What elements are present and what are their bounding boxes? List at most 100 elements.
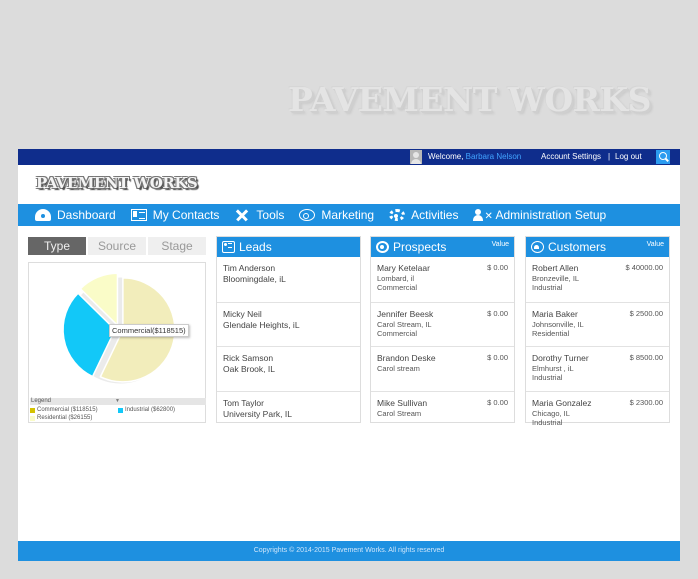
list-item[interactable]: Brandon Deske Carol stream $ 0.00 [371,346,514,391]
prospect-value: $ 0.00 [487,353,508,362]
prospects-card: Prospects Value Mary Ketelaar Lombard, il… [370,236,515,423]
lead-name: Tom Taylor [223,397,264,408]
customers-title: Customers [548,240,607,254]
prospect-location: Carol stream [377,364,420,373]
list-item[interactable]: Mary Ketelaar Lombard, il Commercial $ 0.00 [371,257,514,302]
nav-activities[interactable]: Activities [389,208,458,222]
nav-marketing[interactable]: Marketing [299,208,374,222]
nav-my-contacts[interactable]: My Contacts [130,208,219,222]
lead-name: Tim Anderson [223,263,276,273]
welcome-text: Welcome, Barbara Nelson [428,152,521,161]
prospect-location: Lombard, il [377,274,415,283]
chart-tooltip: Commercial($118515) [109,324,189,337]
nav-tools[interactable]: Tools [234,208,284,222]
list-item[interactable]: Robert Allen Bronzeville, IL Industrial $ 4… [526,257,669,302]
customer-value: $ 40000.00 [625,263,663,272]
list-item[interactable]: Micky Neil Glendale Heights, iL [217,301,360,347]
legend-item-residential[interactable]: Residential ($26155) [30,414,118,422]
nav-label: Administration Setup [495,208,607,222]
separator: | [608,152,611,161]
legend-item-commercial[interactable]: Commercial ($118515) [30,406,118,414]
customer-type: Industrial [532,417,563,427]
account-settings-link[interactable]: Account Settings [541,152,601,161]
prospect-value: $ 0.00 [487,263,508,272]
logout-link[interactable]: Log out [615,152,642,161]
prospect-location: Carol Stream, IL [377,319,432,329]
avatar[interactable] [410,150,422,164]
prospect-type: Commercial [377,328,418,338]
leads-title: Leads [239,240,272,254]
customers-header: Customers Value [526,237,669,257]
lead-name: Rick Samson [223,353,274,363]
customer-value: $ 2500.00 [629,308,663,318]
legend-label: Industrial ($62800) [125,407,176,413]
legend-swatch [30,407,35,413]
lead-location: University Park, IL [223,408,292,419]
nav-label: Dashboard [57,208,116,222]
prospect-type: Commercial [377,283,418,292]
customer-value: $ 2300.00 [629,397,663,407]
legend-items: Commercial ($118515) Industrial ($62800)… [30,405,206,422]
legend-header[interactable]: Legend ▼ [30,398,206,405]
customer-location: Elmhurst , iL [532,364,574,373]
tools-icon [234,209,250,221]
tab-source[interactable]: Source [88,237,146,255]
customer-location: Bronzeville, IL [532,274,580,283]
legend-title: Legend [31,398,52,404]
admin-icon: ✕ [473,209,493,222]
list-item[interactable]: Tom Taylor University Park, IL [217,390,360,422]
list-item[interactable]: Mike Sullivan Carol Stream $ 0.00 [371,390,514,422]
prospects-icon [376,241,389,253]
list-item[interactable]: Maria Baker Johnsonville, IL Residential $ … [526,301,669,347]
lead-location: Bloomingdale, iL [223,274,286,284]
leads-header: Leads [217,237,360,257]
user-name-link[interactable]: Barbara Nelson [466,152,522,161]
list-item[interactable]: Jennifer Beesk Carol Stream, IL Commercial… [371,301,514,347]
lead-name: Micky Neil [223,308,262,319]
customer-value: $ 8500.00 [629,353,663,362]
logo[interactable]: PAVEMENT WORKS [36,174,198,192]
gear-icon [389,209,406,221]
customer-type: Residential [532,328,570,338]
marketing-icon [299,209,316,221]
pie-chart: Commercial($118515) Legend ▼ Commercial (… [28,262,206,423]
customer-location: Johnsonville, IL [532,319,584,329]
leads-icon [222,241,235,253]
nav-label: Marketing [321,208,375,222]
prospect-location: Carol Stream [377,408,422,418]
nav-administration-setup[interactable]: ✕ Administration Setup [473,208,606,222]
nav-label: Tools [256,208,285,222]
welcome-prefix: Welcome, [428,152,466,161]
main-nav: Dashboard My Contacts Tools Marketing Ac… [18,204,680,226]
prospects-title: Prospects [393,240,447,254]
nav-dashboard[interactable]: Dashboard [35,208,116,222]
legend-swatch [118,407,123,413]
app-window: Welcome, Barbara Nelson Account Settings… [18,149,680,561]
legend-label: Commercial ($118515) [37,407,98,413]
chart-tabs: Type Source Stage [28,237,208,255]
list-item[interactable]: Rick Samson Oak Brook, IL [217,346,360,391]
list-item[interactable]: Tim Anderson Bloomingdale, iL [217,257,360,302]
contacts-icon [130,209,147,221]
caret-down-icon[interactable]: ▼ [115,398,120,405]
prospect-value: $ 0.00 [487,308,508,318]
chart-legend: Legend ▼ Commercial ($118515) Industrial … [30,398,206,422]
value-header: Value [646,241,664,248]
tab-stage[interactable]: Stage [148,237,206,255]
dashboard-icon [35,209,51,221]
tab-type[interactable]: Type [28,237,86,255]
list-item[interactable]: Maria Gonzalez Chicago, IL Industrial $ 230… [526,390,669,427]
search-icon[interactable] [656,150,670,164]
lead-location: Oak Brook, IL [223,364,275,374]
leads-card: Leads Tim Anderson Bloomingdale, iL Micky… [216,236,361,423]
list-item[interactable]: Dorothy Turner Elmhurst , iL Industrial $ 8… [526,346,669,391]
brand-bar: PAVEMENT WORKS [18,165,680,204]
customer-type: Industrial [532,283,563,292]
customer-type: Industrial [532,373,563,382]
background-logo: PAVEMENT WORKS [288,80,652,119]
top-bar: Welcome, Barbara Nelson Account Settings… [18,149,680,165]
legend-item-industrial[interactable]: Industrial ($62800) [118,406,206,414]
prospects-header: Prospects Value [371,237,514,257]
footer: Copyrights © 2014-2015 Pavement Works. A… [18,541,680,561]
nav-label: Activities [411,208,459,222]
